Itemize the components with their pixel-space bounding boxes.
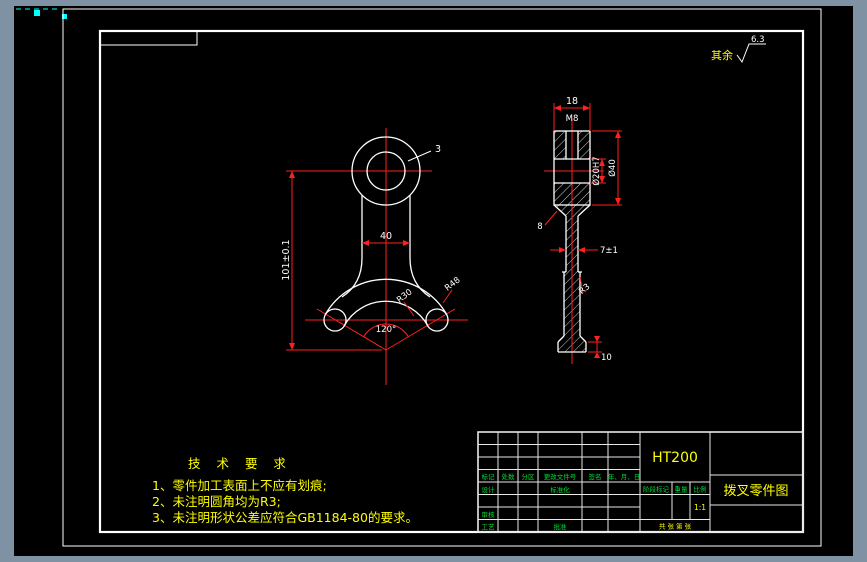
tb-check: 审核 — [482, 510, 496, 519]
grip-square[interactable] — [34, 10, 40, 16]
tech-req-item: 1、零件加工表面上不应有划痕; — [152, 478, 327, 493]
tb-design: 设计 — [482, 485, 496, 494]
surface-note-label: 其余 — [711, 48, 733, 62]
tb-drawing-name: 拨叉零件图 — [723, 484, 788, 499]
tb-weight: 重量 — [675, 486, 689, 494]
tb-header: 处数 — [502, 472, 516, 481]
tech-req-item: 2、未注明圆角均为R3; — [152, 494, 281, 509]
dim-stem: 7±1 — [600, 246, 618, 256]
tech-req-item: 3、未注明形状公差应符合GB1184-80的要求。 — [152, 510, 418, 525]
tb-header: 签名 — [589, 472, 602, 481]
dim-hub-dia: Ø40 — [607, 159, 618, 177]
tb-process: 工艺 — [482, 523, 496, 531]
dim-120: 120° — [376, 325, 396, 335]
tb-header: 标记 — [482, 472, 496, 481]
tb-header: 更改文件号 — [544, 472, 577, 481]
dim-wall-3: 3 — [435, 144, 441, 155]
tb-material: HT200 — [652, 450, 698, 466]
surface-note-value: 6.3 — [751, 35, 765, 45]
tech-req-title: 技 术 要 求 — [188, 456, 292, 471]
tb-scale-value: 1:1 — [694, 503, 706, 512]
tb-header: 年、月、日 — [608, 472, 641, 481]
dim-m8: M8 — [566, 114, 579, 124]
dim-101: 101±0.1 — [281, 239, 292, 280]
tb-header: 分区 — [522, 472, 536, 481]
tb-stage: 阶段标记 — [643, 485, 670, 494]
dim-18: 18 — [566, 96, 578, 107]
tb-standardization: 标准化 — [550, 485, 570, 494]
tb-scale: 比例 — [694, 485, 707, 494]
drawing-canvas — [14, 6, 853, 556]
dim-bore: Ø20H7 — [591, 156, 602, 185]
cad-viewport: 40 101±0.1 R30 R48 120° 3 18 M8 Ø20H7 Ø4… — [0, 0, 867, 562]
tb-sheet-note: 共 张 第 张 — [659, 522, 692, 531]
hatch-hub-left — [554, 131, 566, 159]
cad-drawing: 40 101±0.1 R30 R48 120° 3 18 M8 Ø20H7 Ø4… — [14, 6, 853, 556]
tb-approve: 批准 — [554, 522, 568, 531]
dim-pad: 10 — [601, 353, 612, 363]
dim-40: 40 — [380, 231, 392, 242]
dim-8: 8 — [537, 222, 542, 232]
hatch-hub-right — [578, 131, 590, 159]
